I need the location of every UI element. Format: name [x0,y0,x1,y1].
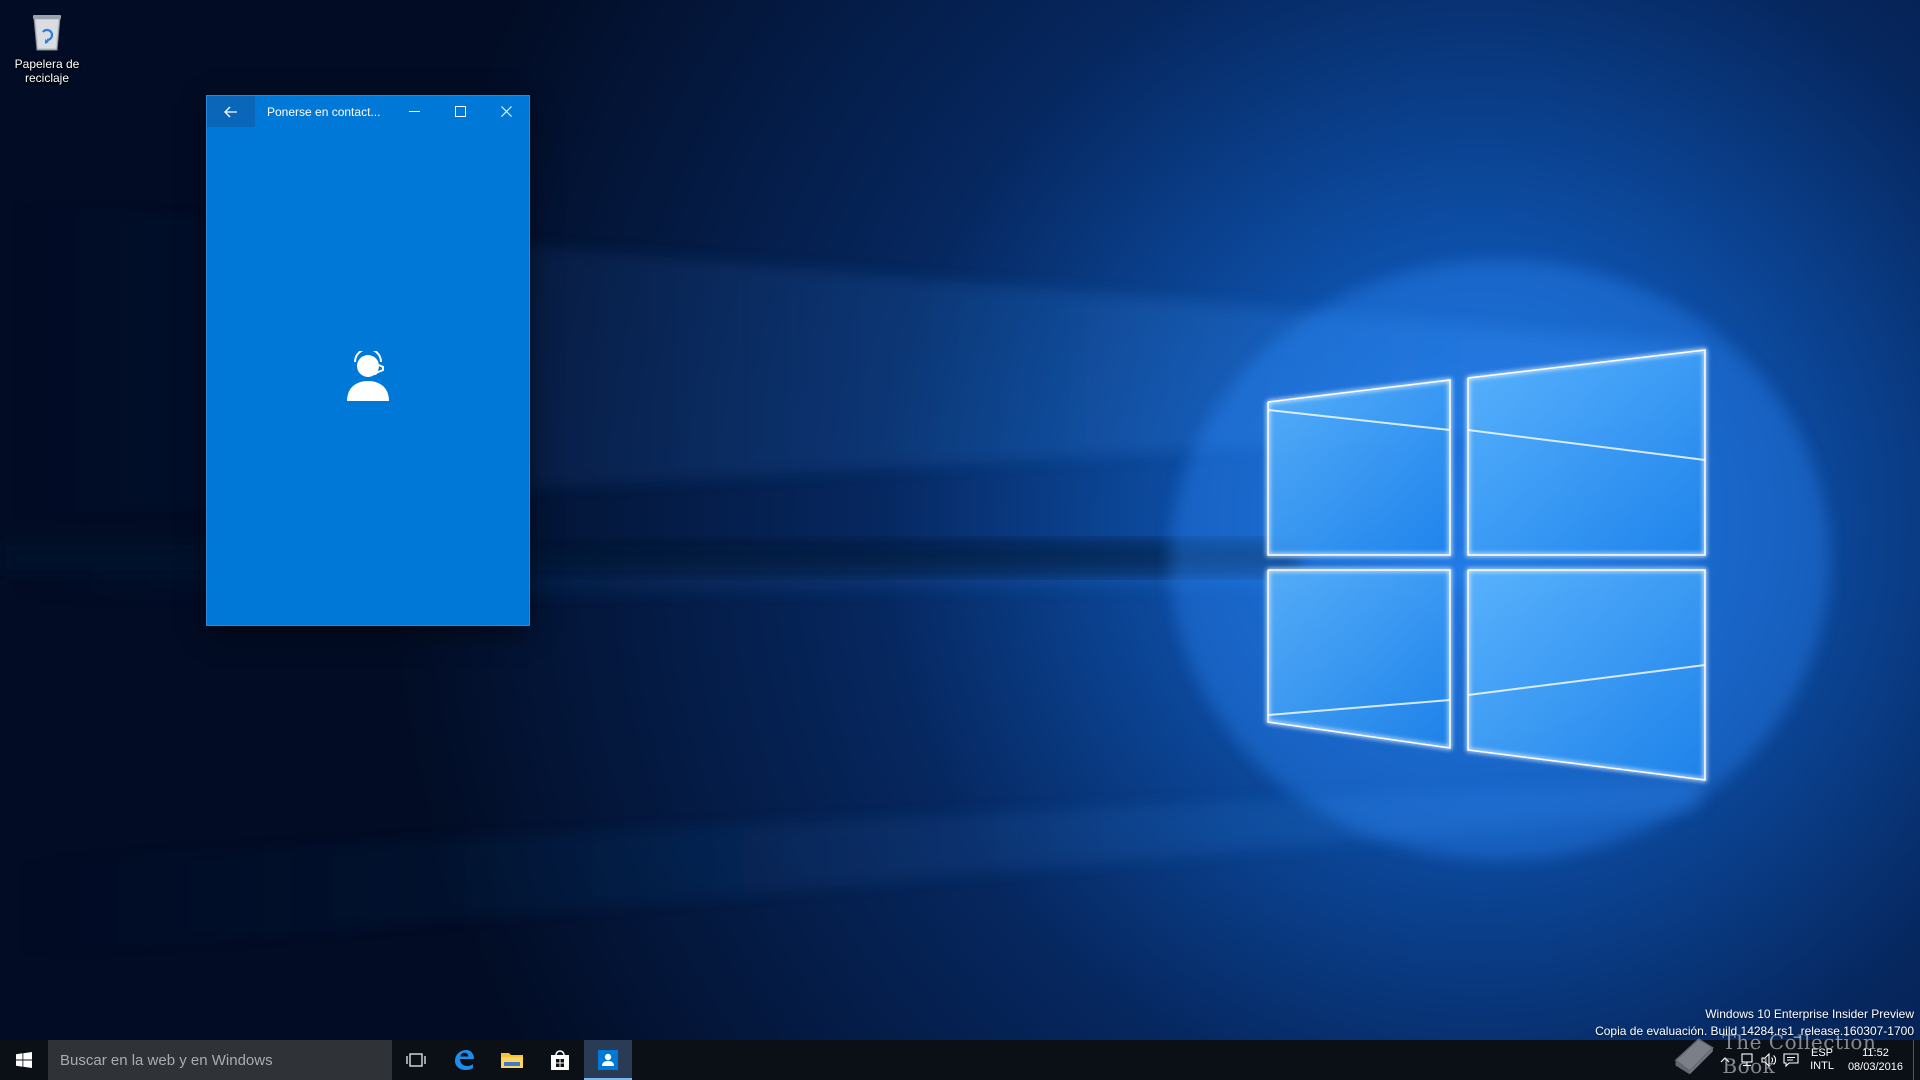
maximize-icon [454,106,466,117]
keyboard-layout: INTL [1810,1060,1834,1072]
task-view-button[interactable] [392,1040,440,1080]
window-title: Ponerse en contact... [267,104,381,119]
close-button[interactable] [483,96,529,127]
contact-support-icon [598,1050,618,1070]
watermark-build: Copia de evaluación. Build 14284.rs1_rel… [1595,1024,1914,1038]
volume-button[interactable] [1758,1053,1780,1067]
system-tray: ESP INTL 11:52 08/03/2016 [1714,1040,1920,1080]
task-view-icon [406,1053,426,1067]
store-button[interactable] [536,1040,584,1080]
desktop-icon-label: Papelera de reciclaje [14,57,80,85]
show-desktop-button[interactable] [1913,1040,1920,1080]
search-placeholder: Buscar en la web y en Windows [60,1051,273,1069]
contact-support-window[interactable]: Ponerse en contact... [207,96,529,625]
language-code: ESP [1811,1047,1834,1059]
start-button[interactable] [0,1040,48,1080]
recycle-bin-icon [33,15,61,51]
minimize-icon [408,111,420,112]
desktop-icon-recycle-bin[interactable]: Papelera de reciclaje [8,6,86,85]
input-language-button[interactable]: ESP INTL [1810,1047,1834,1073]
back-arrow-icon [224,106,237,117]
folder-icon [501,1053,523,1068]
edge-icon [455,1050,474,1070]
edge-button[interactable] [440,1040,488,1080]
clock-button[interactable]: 11:52 08/03/2016 [1848,1046,1903,1074]
window-titlebar[interactable]: Ponerse en contact... [207,96,529,127]
back-button[interactable] [207,96,255,127]
maximize-button[interactable] [437,96,483,127]
network-button[interactable] [1736,1053,1758,1067]
clock-date: 08/03/2016 [1847,1061,1903,1073]
support-agent-icon [347,351,389,401]
minimize-button[interactable] [391,96,437,127]
search-input[interactable]: Buscar en la web y en Windows [48,1040,392,1080]
file-explorer-button[interactable] [488,1040,536,1080]
notifications-icon [1783,1053,1799,1067]
watermark-edition: Windows 10 Enterprise Insider Preview [1705,1007,1914,1021]
taskbar: Buscar en la web y en Windows ESP INTL 1… [0,1040,1920,1080]
build-watermark: Windows 10 Enterprise Insider Preview Co… [1595,1006,1914,1040]
store-icon [551,1050,569,1070]
contact-support-taskbar-button[interactable] [584,1040,632,1080]
clock-time: 11:52 [1862,1047,1889,1059]
tray-overflow-button[interactable] [1714,1056,1736,1064]
action-center-button[interactable] [1780,1053,1802,1067]
windows-start-icon [16,1052,32,1068]
network-icon [1741,1053,1753,1067]
close-icon [500,106,512,117]
chevron-up-icon [1720,1057,1730,1063]
speaker-icon [1761,1053,1777,1067]
